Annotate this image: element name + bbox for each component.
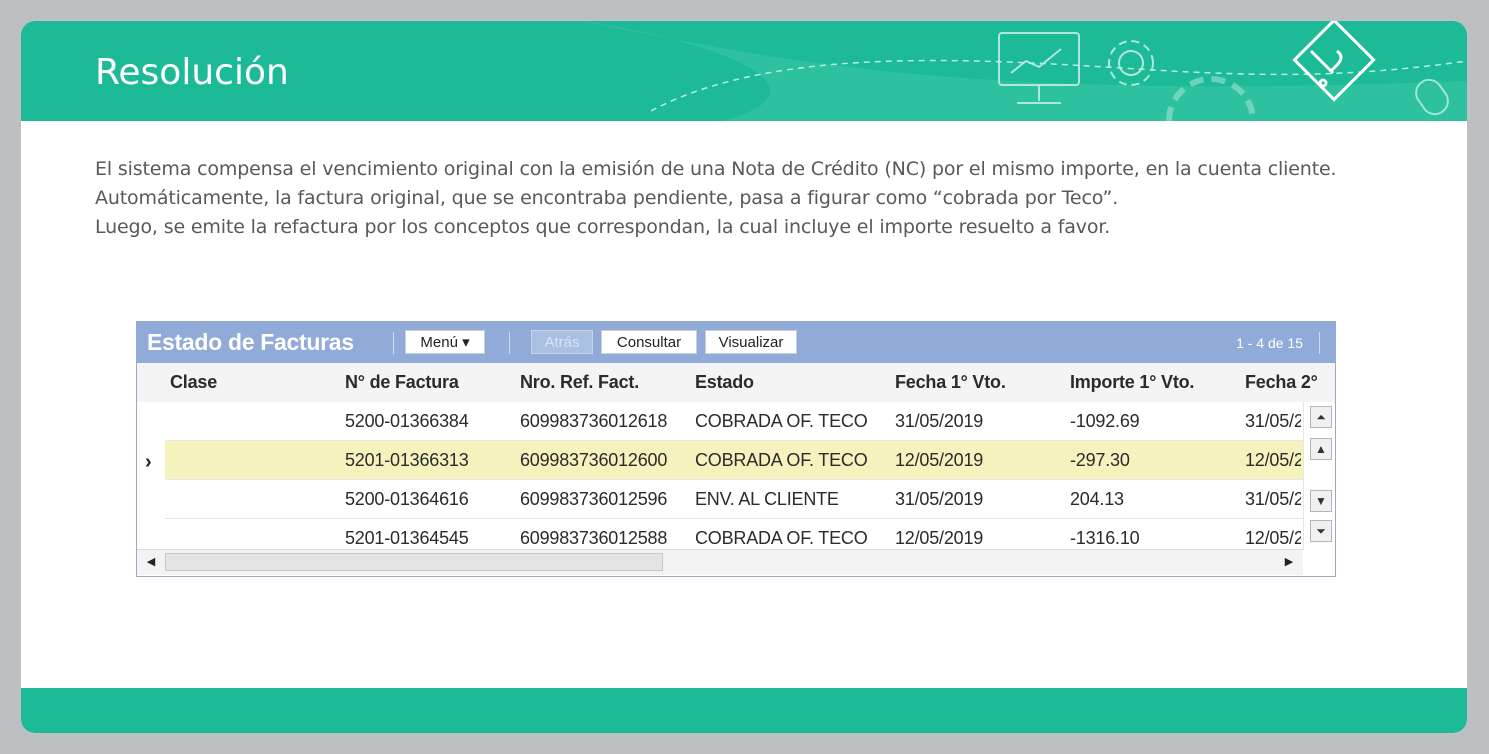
column-header-importe1[interactable]: Importe 1° Vto. <box>1070 363 1194 402</box>
double-up-icon[interactable]: ⏶ <box>1310 406 1332 428</box>
horizontal-scroll-thumb[interactable] <box>165 553 663 571</box>
cell-importe1: -1092.69 <box>1070 411 1140 431</box>
cell-importe1: -297.30 <box>1070 450 1130 470</box>
row-header-column <box>137 402 166 549</box>
right-icon[interactable]: ▶ <box>1279 553 1299 571</box>
invoices-panel: Estado de Facturas Menú ▾ Atrás Consulta… <box>136 321 1336 577</box>
pager-text: 1 - 4 de 15 <box>1236 335 1303 351</box>
cell-fecha2: 31/05/2019 <box>1245 411 1301 431</box>
left-icon[interactable]: ◀ <box>141 553 161 571</box>
cell-ref: 609983736012600 <box>520 450 668 470</box>
cell-factura: 5200-01366384 <box>345 411 469 431</box>
double-down-icon[interactable]: ⏷ <box>1310 520 1332 542</box>
consult-button[interactable]: Consultar <box>601 330 697 354</box>
cell-clase <box>170 441 340 479</box>
column-header-factura[interactable]: N° de Factura <box>345 363 459 402</box>
description-line: Automáticamente, la factura original, qu… <box>95 187 1119 209</box>
toolbar-separator <box>1319 332 1320 354</box>
column-header-estado[interactable]: Estado <box>695 363 754 402</box>
table-body: 5200-01366384 609983736012618 COBRADA OF… <box>165 402 1303 549</box>
cell-estado: COBRADA OF. TECO <box>695 528 868 548</box>
description-line: El sistema compensa el vencimiento origi… <box>95 158 1337 180</box>
cell-ref: 609983736012596 <box>520 489 668 509</box>
cell-fecha2: 12/05/2019 <box>1245 528 1301 548</box>
cell-fecha1: 12/05/2019 <box>895 450 984 470</box>
cell-factura: 5200-01364616 <box>345 489 469 509</box>
cell-estado: COBRADA OF. TECO <box>695 411 868 431</box>
column-header-fecha1[interactable]: Fecha 1° Vto. <box>895 363 1006 402</box>
cell-estado: ENV. AL CLIENTE <box>695 489 839 509</box>
horizontal-scrollbar[interactable]: ◀ ▶ <box>137 549 1303 575</box>
cell-ref: 609983736012618 <box>520 411 668 431</box>
description: El sistema compensa el vencimiento origi… <box>95 155 1425 242</box>
cell-clase <box>170 402 340 440</box>
toolbar-separator <box>393 332 394 354</box>
table-row[interactable]: 5200-01364616 609983736012596 ENV. AL CL… <box>165 480 1303 519</box>
up-icon[interactable]: ▲ <box>1310 438 1332 460</box>
slide-footer <box>21 688 1467 733</box>
cell-clase <box>170 519 340 549</box>
column-header-ref[interactable]: Nro. Ref. Fact. <box>520 363 639 402</box>
cell-estado: COBRADA OF. TECO <box>695 450 868 470</box>
slide-title: Resolución <box>95 52 289 93</box>
slide-header: Resolución <box>21 21 1467 121</box>
slide: Resolución El sistema compensa el vencim… <box>21 21 1467 733</box>
table-row-selected[interactable]: 5201-01366313 609983736012600 COBRADA OF… <box>165 441 1303 480</box>
down-icon[interactable]: ▼ <box>1310 490 1332 512</box>
cell-importe1: 204.13 <box>1070 489 1124 509</box>
table-row[interactable]: 5200-01366384 609983736012618 COBRADA OF… <box>165 402 1303 441</box>
column-header-clase[interactable]: Clase <box>170 363 217 402</box>
column-header-fecha2[interactable]: Fecha 2° <box>1245 363 1318 402</box>
cell-clase <box>170 480 340 518</box>
cell-fecha1: 12/05/2019 <box>895 528 984 548</box>
cell-importe1: -1316.10 <box>1070 528 1140 548</box>
cell-ref: 609983736012588 <box>520 528 668 548</box>
panel-toolbar: Estado de Facturas Menú ▾ Atrás Consulta… <box>137 322 1335 363</box>
cell-fecha2: 31/05/2019 <box>1245 489 1301 509</box>
table-header: Clase N° de Factura Nro. Ref. Fact. Esta… <box>137 363 1335 403</box>
chevron-right-icon: › <box>145 451 152 473</box>
back-button[interactable]: Atrás <box>531 330 593 354</box>
cell-factura: 5201-01366313 <box>345 450 469 470</box>
vertical-scrollbar[interactable]: ⏶ ▲ ▼ ⏷ <box>1303 402 1334 550</box>
panel-title: Estado de Facturas <box>147 329 354 355</box>
table-row[interactable]: 5201-01364545 609983736012588 COBRADA OF… <box>165 519 1303 549</box>
toolbar-separator <box>509 332 510 354</box>
menu-button[interactable]: Menú ▾ <box>405 330 485 354</box>
cell-factura: 5201-01364545 <box>345 528 469 548</box>
description-line: Luego, se emite la refactura por los con… <box>95 216 1111 238</box>
view-button[interactable]: Visualizar <box>705 330 797 354</box>
cell-fecha1: 31/05/2019 <box>895 411 984 431</box>
cell-fecha1: 31/05/2019 <box>895 489 984 509</box>
cell-fecha2: 12/05/2019 <box>1245 450 1301 470</box>
gear-icon <box>1108 40 1154 86</box>
